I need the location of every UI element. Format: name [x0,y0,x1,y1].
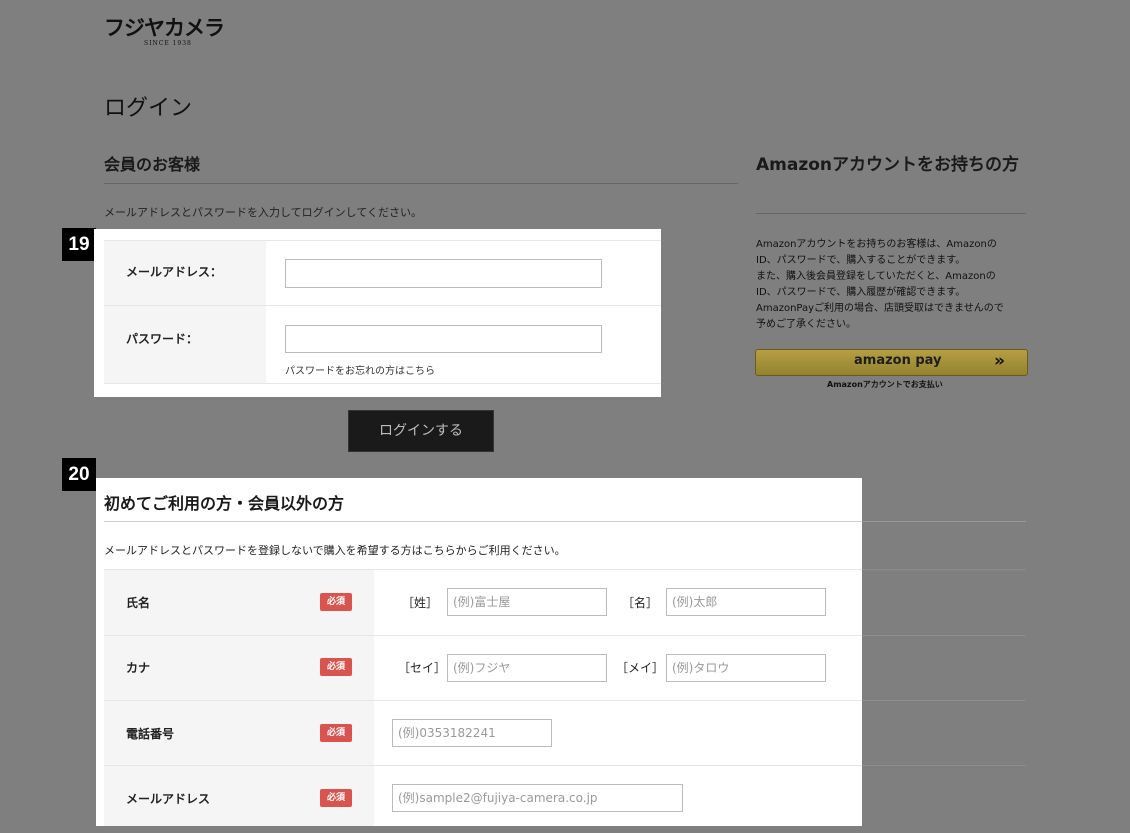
surname-kana-placeholder: (例)フジヤ [453,661,511,675]
password-input[interactable] [285,325,602,353]
guest-description: メールアドレスとパスワードを登録しないで購入を希望する方はこちらからご利用くださ… [104,544,566,557]
given-name-placeholder: (例)太郎 [672,595,718,609]
logo-text: フジヤカメラ [104,16,225,40]
row-line [104,700,862,701]
required-badge: 必須 [320,789,352,807]
guest-email-label: メールアドレス [126,792,211,806]
amazon-divider [756,213,1026,214]
guest-divider [104,521,862,522]
member-section-title: 会員のお客様 [104,155,201,174]
member-divider [104,183,738,184]
bg-line [862,700,1026,701]
required-badge: 必須 [320,593,352,611]
given-kana-input[interactable]: (例)タロウ [666,654,826,682]
double-chevron-right-icon: » [994,351,1005,371]
amazon-description-line: ID、パスワードで、購入することができます。 [756,255,966,266]
phone-input[interactable]: (例)0353182241 [392,719,552,747]
phone-label: 電話番号 [126,727,175,741]
surname-placeholder: (例)富士屋 [453,595,511,609]
guest-email-input[interactable]: (例)sample2@fujiya-camera.co.jp [392,784,683,812]
amazon-description-line: AmazonPayご利用の場合、店頭受取はできませんので [756,303,1004,314]
kana-label: カナ [126,661,151,675]
forgot-password-link[interactable]: パスワードをお忘れの方はこちら [285,362,435,377]
amazon-caption: Amazonアカウントでお支払い [827,380,943,389]
surname-input[interactable]: (例)富士屋 [447,588,607,616]
amazon-section-title: Amazonアカウントをお持ちの方 [756,155,1020,175]
form-bottom-line [104,383,661,384]
amazon-pay-button[interactable]: amazon pay » [755,349,1028,376]
given-name-input[interactable]: (例)太郎 [666,588,826,616]
member-description: メールアドレスとパスワードを入力してログインしてください。 [104,206,423,219]
logo-since: SINCE 1938 [144,40,192,47]
bg-line [862,635,1026,636]
required-badge: 必須 [320,724,352,742]
amazon-description-line: ID、パスワードで、購入履歴が確認できます。 [756,287,966,298]
bg-line [862,765,1026,766]
row-line [104,635,862,636]
amazon-description: Amazonアカウントをお持ちのお客様は、Amazonの ID、パスワードで、購… [756,237,1031,333]
given-kana-prefix: ［メイ］ [616,661,665,675]
surname-kana-prefix: ［セイ］ [398,661,447,675]
guest-form: 初めてご利用の方・会員以外の方 メールアドレスとパスワードを登録しないで購入を希… [96,478,862,826]
bg-line [862,569,1026,570]
amazon-description-line: また、購入後会員登録をしていただくと、Amazonの [756,271,996,282]
page-title: ログイン [104,96,193,121]
amazon-description-line: 予めご了承ください。 [756,319,856,330]
guest-section-title: 初めてご利用の方・会員以外の方 [104,494,345,513]
email-label: メールアドレス： [126,265,223,279]
annotation-badge-19: 19 [62,228,96,261]
row-line [104,765,862,766]
given-name-prefix: ［名］ [622,596,659,610]
surname-prefix: ［姓］ [402,596,439,610]
amazon-description-line: Amazonアカウントをお持ちのお客様は、Amazonの [756,239,997,250]
surname-kana-input[interactable]: (例)フジヤ [447,654,607,682]
amazon-pay-logo: amazon pay [854,353,942,368]
required-badge: 必須 [320,658,352,676]
login-form: メールアドレス： パスワード： パスワードをお忘れの方はこちら [94,229,661,397]
login-button[interactable]: ログインする [348,410,494,452]
phone-placeholder: (例)0353182241 [398,726,496,740]
site-logo[interactable]: フジヤカメラ SINCE 1938 [104,18,232,48]
guest-email-placeholder: (例)sample2@fujiya-camera.co.jp [398,791,598,805]
email-input[interactable] [285,259,602,288]
annotation-badge-20: 20 [62,458,96,491]
given-kana-placeholder: (例)タロウ [672,661,730,675]
password-label: パスワード： [126,332,199,346]
bg-line [862,521,1026,522]
name-label: 氏名 [126,596,151,610]
